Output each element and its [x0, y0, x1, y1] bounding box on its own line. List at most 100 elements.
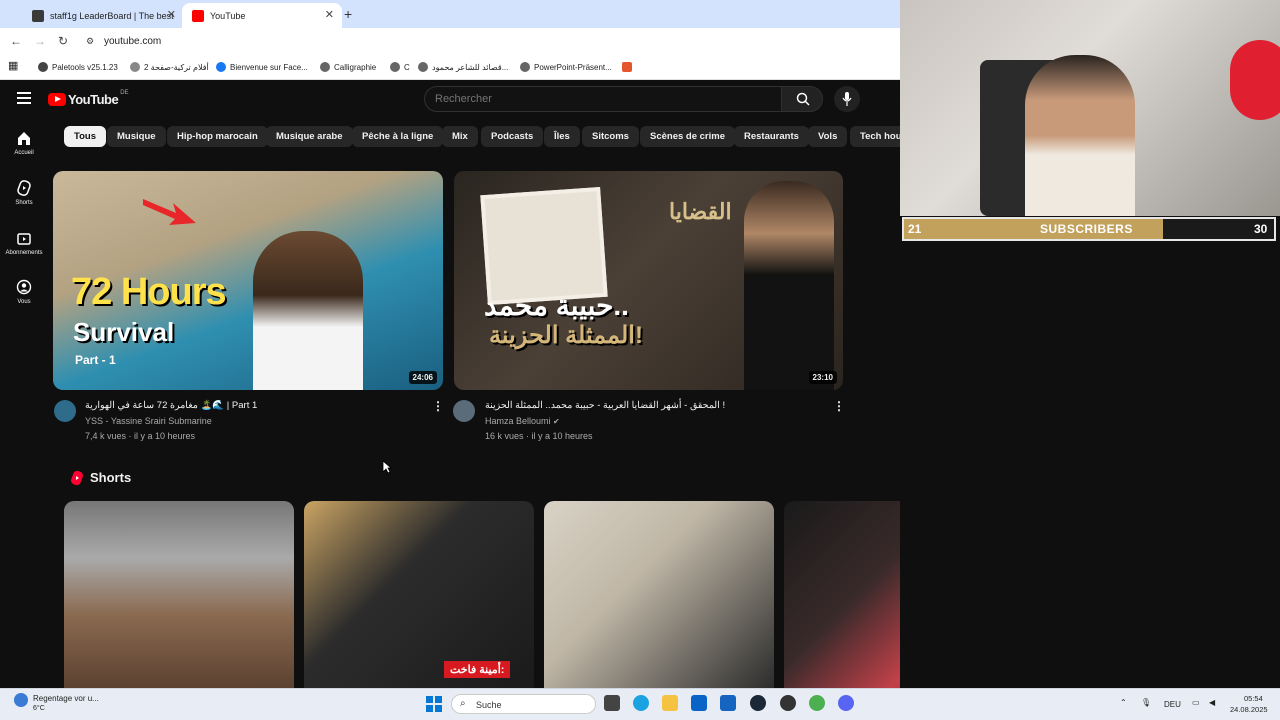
chip-podcasts[interactable]: Podcasts [481, 126, 544, 147]
weather-icon[interactable] [14, 693, 28, 707]
bookmark-label: Paletools v25.1.23 [52, 62, 118, 72]
hamburger-menu-icon[interactable] [17, 92, 31, 107]
sidebar-item-shorts[interactable]: Shorts [0, 180, 48, 206]
address-bar: ← → ↻ ⚙ youtube.com [0, 28, 900, 56]
clock-time[interactable]: 05:54 [1244, 694, 1263, 703]
chevron-up-icon[interactable]: ⌃ [1120, 698, 1127, 707]
bookmark-icon [38, 62, 48, 72]
tab-youtube[interactable]: YouTube ✕ [182, 3, 342, 28]
task-view-icon[interactable] [604, 695, 620, 711]
short-thumbnail[interactable]: أمينة فاخت: [304, 501, 534, 691]
video-title[interactable]: مغامرة 72 ساعة في الهوارية 🏝️🌊 | Part 1 [85, 400, 257, 411]
search-input[interactable] [424, 86, 782, 112]
app-icon[interactable] [780, 695, 796, 711]
bookmark-item[interactable]: قصائد للشاعر محمود... [418, 62, 508, 72]
bookmark-item[interactable]: أفلام تركية-صفحة 2 [130, 62, 209, 72]
weather-temp: 6°C [33, 705, 45, 712]
bookmark-item[interactable]: Paletools v25.1.23 [38, 62, 118, 72]
globe-icon [520, 62, 530, 72]
bookmark-label: قصائد للشاعر محمود... [432, 62, 509, 72]
channel-label: Hamza Belloumi [485, 416, 551, 426]
close-tab-icon[interactable]: ✕ [325, 8, 334, 21]
microphone-icon[interactable]: 🎙 [1141, 698, 1151, 707]
sidebar-item-you[interactable]: Vous [0, 279, 48, 305]
video-duration: 23:10 [808, 371, 837, 384]
more-options-icon[interactable]: ⋮ [432, 399, 444, 413]
person-figure [253, 231, 363, 390]
sidebar-label: Vous [17, 299, 31, 305]
speaker-icon[interactable]: ◀ [1209, 698, 1215, 707]
short-thumbnail[interactable] [544, 501, 774, 691]
channel-avatar[interactable] [453, 400, 475, 422]
channel-avatar[interactable] [54, 400, 76, 422]
discord-icon[interactable] [838, 695, 854, 711]
microphone-icon [842, 92, 852, 106]
chip-restaurants[interactable]: Restaurants [734, 126, 809, 147]
url-field[interactable]: youtube.com [104, 36, 161, 47]
site-info-icon[interactable]: ⚙ [86, 36, 94, 47]
bookmark-icon [130, 62, 140, 72]
reload-icon[interactable]: ↻ [58, 34, 68, 48]
channel-name[interactable]: YSS - Yassine Srairi Submarine [85, 416, 212, 426]
youtube-logo[interactable]: YouTube DE [48, 90, 129, 107]
bookmark-icon [622, 62, 632, 72]
search-button[interactable] [781, 86, 823, 112]
short-thumbnail[interactable] [64, 501, 294, 691]
steam-icon[interactable] [750, 695, 766, 711]
new-tab-icon[interactable]: + [344, 6, 352, 22]
app-icon[interactable] [720, 695, 736, 711]
photo-frame [480, 186, 608, 306]
channel-name[interactable]: Hamza Belloumi ✔ [485, 416, 560, 426]
bookmark-item[interactable]: Bienvenue sur Face... [216, 62, 308, 72]
back-icon[interactable]: ← [10, 34, 22, 48]
chip-moroccan-hiphop[interactable]: Hip-hop marocain [167, 126, 268, 147]
bookmark-item[interactable]: PowerPoint-Präsent... [520, 62, 612, 72]
short-caption: أمينة فاخت: [444, 661, 511, 678]
voice-search-button[interactable] [834, 86, 860, 112]
thumbnail-title: حبيبة محمد.. [484, 290, 629, 321]
forward-icon[interactable]: → [34, 34, 46, 48]
chip-all[interactable]: Tous [64, 126, 106, 147]
tab-label: YouTube [210, 10, 246, 21]
outlook-icon[interactable] [691, 695, 707, 711]
keyboard-language[interactable]: DEU [1164, 700, 1181, 709]
sidebar-item-subscriptions[interactable]: Abonnements [0, 230, 48, 256]
video-thumbnail[interactable]: القضايا حبيبة محمد.. الممثلة الحزينة! 23… [454, 171, 843, 390]
chip-flights[interactable]: Vols [808, 126, 848, 147]
bookmarks-bar: ▦ Paletools v25.1.23 أفلام تركية-صفحة 2 … [0, 56, 900, 80]
chip-music[interactable]: Musique [107, 126, 166, 147]
taskbar-search[interactable]: ⌕ Suche [451, 694, 596, 714]
chrome-icon[interactable] [809, 695, 825, 711]
video-title[interactable]: المحقق - أشهر القضايا العربية - حبيبة مح… [485, 400, 725, 411]
weather-text[interactable]: Regentage vor u... [33, 694, 99, 703]
chip-crime-scenes[interactable]: Scènes de crime [640, 126, 735, 147]
chip-arabic-music[interactable]: Musique arabe [266, 126, 353, 147]
globe-icon [320, 62, 330, 72]
bookmark-item[interactable]: C [390, 62, 410, 72]
tab-leaderboard[interactable]: staff1g LeaderBoard | The best ✕ [22, 3, 184, 28]
chip-sitcoms[interactable]: Sitcoms [582, 126, 639, 147]
sidebar-item-home[interactable]: Accueil [0, 130, 48, 156]
chip-fishing[interactable]: Pêche à la ligne [352, 126, 444, 147]
shorts-logo-icon [71, 470, 83, 486]
search-icon [796, 92, 810, 106]
verified-icon: ✔ [553, 417, 560, 426]
subscriber-label: SUBSCRIBERS [1040, 222, 1133, 236]
shorts-section-title: Shorts [90, 470, 132, 485]
red-lamp [1230, 40, 1280, 120]
more-options-icon[interactable]: ⋮ [833, 399, 845, 413]
close-tab-icon[interactable]: ✕ [167, 8, 176, 21]
edge-icon[interactable] [633, 695, 649, 711]
display-icon[interactable]: ▭ [1192, 698, 1200, 707]
bookmark-item[interactable] [622, 62, 636, 72]
search-icon: ⌕ [460, 698, 466, 709]
windows-start-icon[interactable] [426, 696, 442, 712]
apps-icon[interactable]: ▦ [8, 59, 18, 72]
chip-tech-house[interactable]: Tech hous [850, 126, 900, 147]
chip-islands[interactable]: Îles [544, 126, 580, 147]
file-explorer-icon[interactable] [662, 695, 678, 711]
thumbnail-title: 72 Hours [71, 271, 227, 313]
video-thumbnail[interactable]: 72 Hours Survival Part - 1 24:06 [53, 171, 443, 390]
chip-mix[interactable]: Mix [442, 126, 478, 147]
bookmark-item[interactable]: Calligraphie [320, 62, 376, 72]
